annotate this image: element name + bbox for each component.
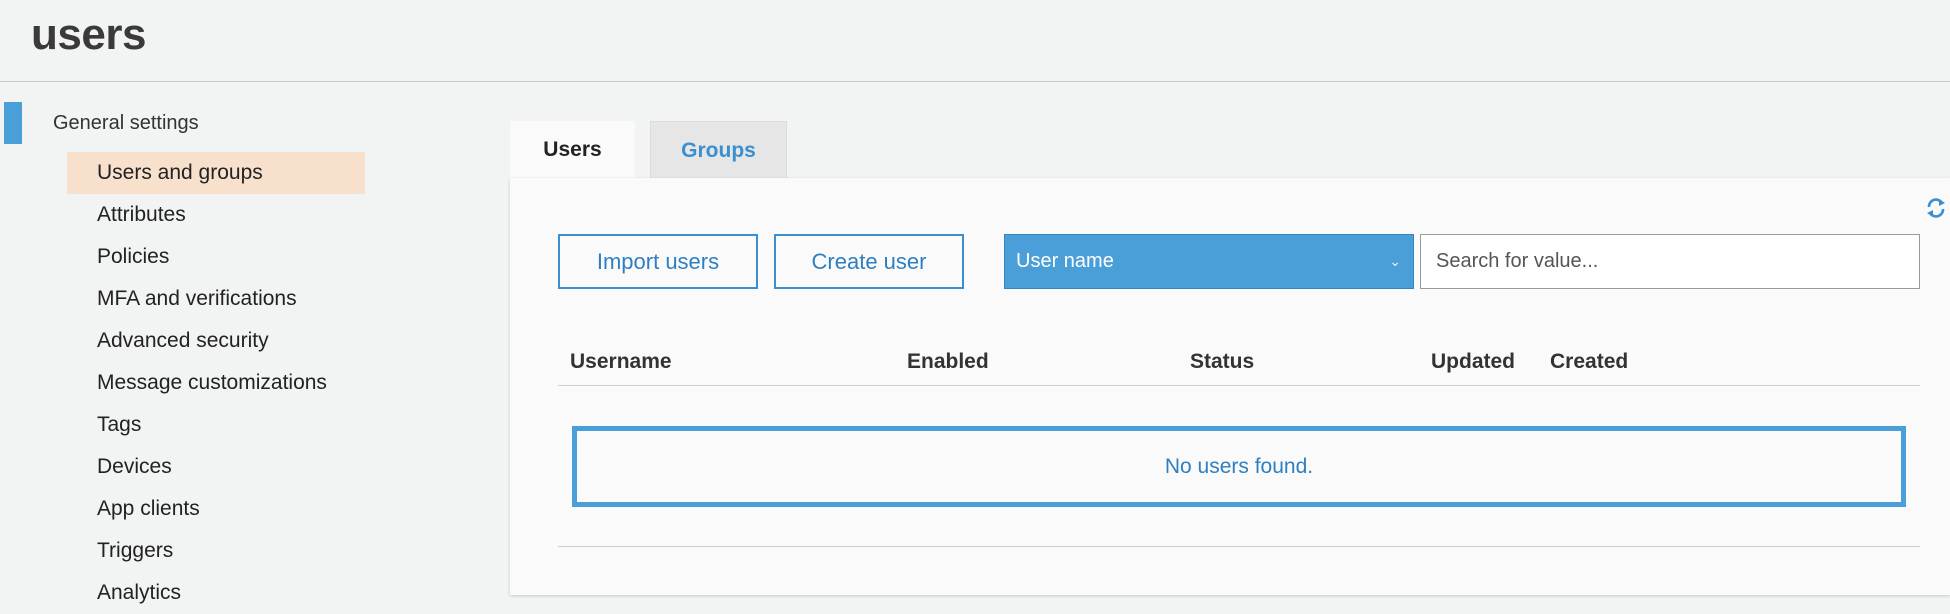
sidebar-item-triggers[interactable]: Triggers: [67, 530, 365, 572]
filter-attribute-value: User name: [1016, 250, 1114, 272]
sidebar-item-attributes[interactable]: Attributes: [67, 194, 365, 236]
sidebar-item-devices[interactable]: Devices: [67, 446, 365, 488]
table-divider: [558, 546, 1920, 547]
empty-state-message: No users found.: [572, 426, 1906, 507]
sidebar-item-tags[interactable]: Tags: [67, 404, 365, 446]
column-header-updated[interactable]: Updated: [1431, 350, 1515, 374]
sidebar-item-message-customizations[interactable]: Message customizations: [67, 362, 365, 404]
sidebar-item-advanced-security[interactable]: Advanced security: [67, 320, 365, 362]
sidebar-item-mfa-and-verifications[interactable]: MFA and verifications: [67, 278, 365, 320]
sidebar-item-analytics[interactable]: Analytics: [67, 572, 365, 614]
column-header-username[interactable]: Username: [570, 350, 672, 374]
chevron-down-icon: ⌄: [1389, 253, 1401, 269]
sidebar-item-app-clients[interactable]: App clients: [67, 488, 365, 530]
sidebar-item-policies[interactable]: Policies: [67, 236, 365, 278]
sidebar-section-general-settings[interactable]: General settings: [53, 112, 199, 135]
search-input[interactable]: [1420, 234, 1920, 289]
page-header: users: [0, 0, 1950, 82]
sidebar-item-users-and-groups[interactable]: Users and groups: [67, 152, 365, 194]
sidebar-list: Users and groups Attributes Policies MFA…: [67, 152, 365, 614]
column-header-created[interactable]: Created: [1550, 350, 1628, 374]
users-panel: Import users Create user User name ⌄ Use…: [510, 178, 1950, 595]
column-header-status[interactable]: Status: [1190, 350, 1254, 374]
column-header-enabled[interactable]: Enabled: [907, 350, 989, 374]
import-users-button[interactable]: Import users: [558, 234, 758, 289]
refresh-icon[interactable]: [1922, 194, 1950, 222]
create-user-button[interactable]: Create user: [774, 234, 964, 289]
tab-users[interactable]: Users: [510, 121, 635, 178]
filter-attribute-select[interactable]: User name ⌄: [1004, 234, 1414, 289]
sidebar: General settings Users and groups Attrib…: [0, 82, 480, 611]
page-title: users: [31, 10, 146, 59]
table-header: Username Enabled Status Updated Created: [558, 328, 1920, 386]
tab-groups[interactable]: Groups: [650, 121, 787, 178]
section-indicator: [4, 102, 22, 144]
